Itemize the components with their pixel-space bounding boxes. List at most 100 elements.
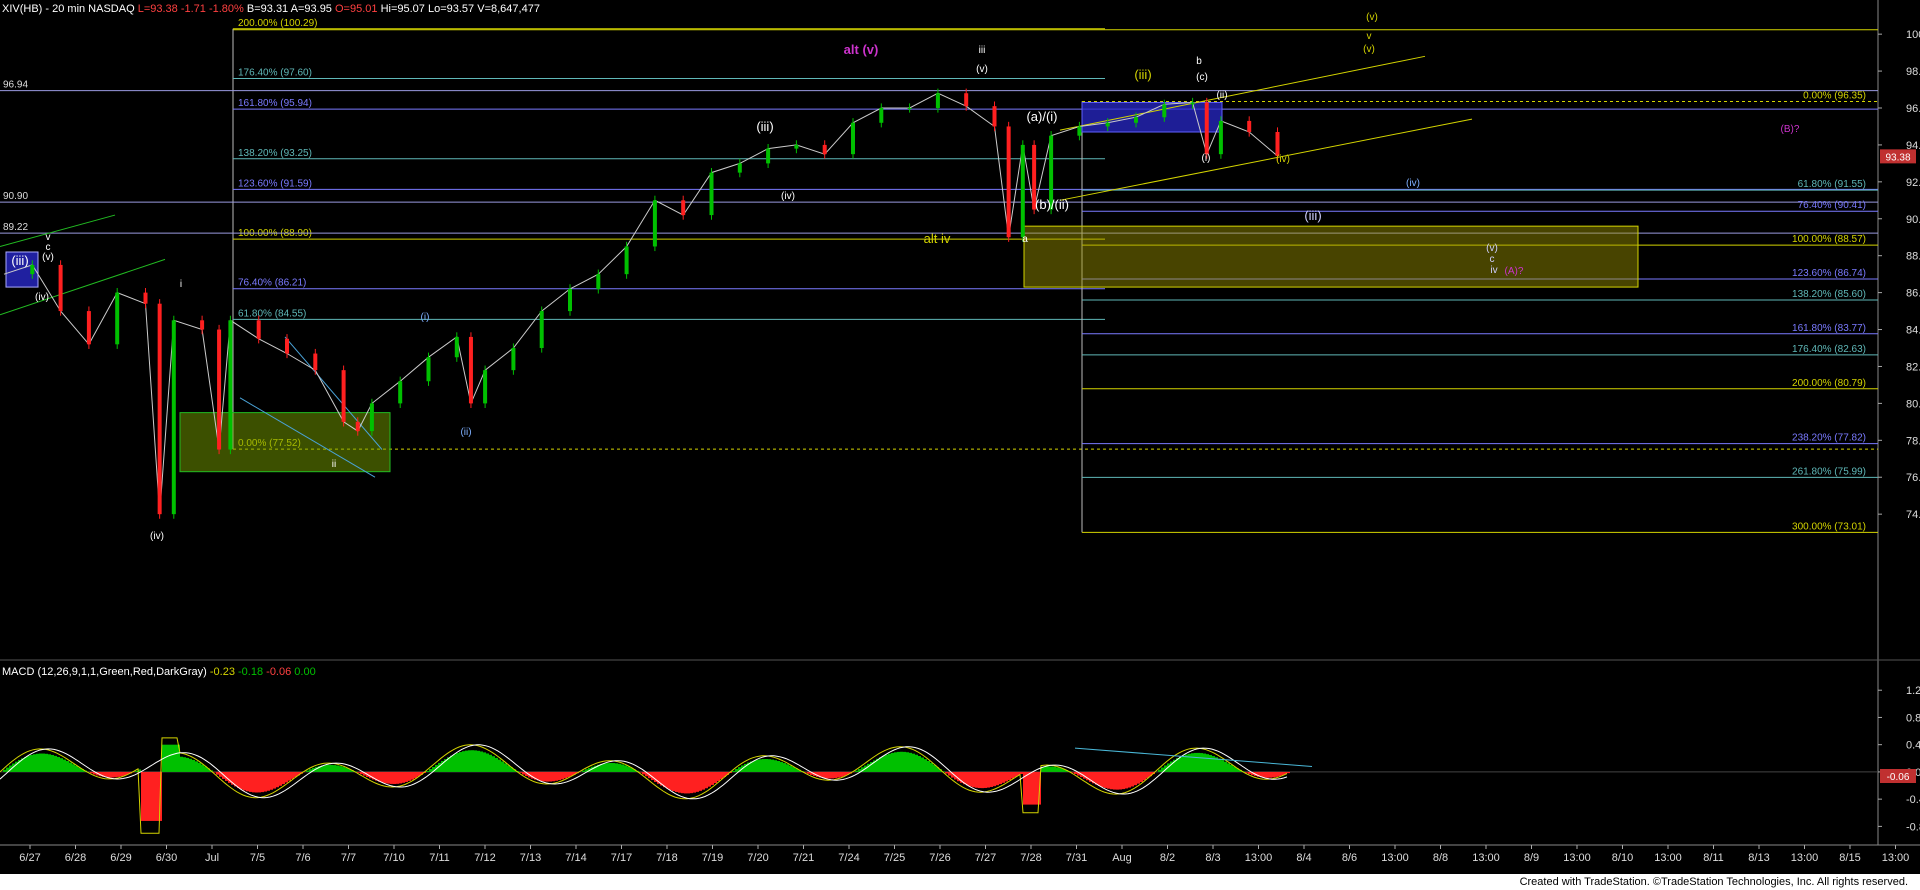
x-tick-label: 13:00 [1654, 852, 1682, 864]
y-tick-label: 84.00 [1906, 325, 1920, 337]
macd-bar [897, 751, 900, 772]
x-tick-label: 7/5 [250, 852, 265, 864]
macd-bar [174, 744, 177, 772]
target-zone-green [179, 412, 391, 473]
fib-left-label: 161.80% (95.94) [238, 98, 312, 109]
symbol-label: XIV(HB) - 20 min NASDAQ [2, 3, 135, 15]
macd-bar [489, 754, 492, 772]
macd-bar [555, 771, 558, 781]
macd-value-4: 0.00 [294, 666, 316, 678]
macd-bar [258, 771, 261, 793]
macd-bar [786, 764, 789, 772]
macd-bar [1122, 771, 1125, 790]
macd-bar [888, 753, 891, 772]
y-tick-label: 98.00 [1906, 66, 1920, 78]
macd-bar [1269, 771, 1272, 778]
macd-bar [543, 771, 546, 782]
x-tick-label: 7/6 [295, 852, 310, 864]
macd-bar [999, 771, 1002, 785]
x-tick-label: 7/27 [975, 852, 996, 864]
macd-bar [675, 771, 678, 793]
candle-body [1134, 117, 1138, 123]
fib-right-label: 161.80% (83.77) [1792, 323, 1866, 334]
candle-body [709, 172, 714, 216]
macd-bar [108, 771, 111, 778]
candle-body [1077, 126, 1082, 136]
wave-label: (v) [1363, 44, 1375, 55]
x-tick-label: Aug [1112, 852, 1132, 864]
macd-bar [330, 764, 333, 772]
macd-bar [147, 771, 150, 821]
fib-right-label: 61.80% (91.55) [1798, 179, 1866, 190]
x-tick-label: 13:00 [1381, 852, 1409, 864]
macd-bar [624, 765, 627, 772]
wave-label: (b)/(ii) [1035, 197, 1069, 212]
y-tick-label: 80.00 [1906, 398, 1920, 410]
fib-left-label: 200.00% (100.29) [238, 18, 318, 29]
macd-bar [1218, 758, 1221, 772]
macd-bar [732, 770, 735, 772]
macd-bar [183, 757, 186, 772]
fib-left-label: 123.60% (91.59) [238, 178, 312, 189]
candle-body [596, 274, 601, 289]
macd-bar [789, 765, 792, 772]
ask-label: A=93.95 [290, 3, 332, 15]
macd-bar [150, 771, 153, 821]
macd-bar [66, 761, 69, 772]
macd-bar [663, 771, 666, 788]
fib-right-label: 238.20% (77.82) [1792, 433, 1866, 444]
macd-bar [1002, 771, 1005, 783]
x-tick-label: 8/6 [1342, 852, 1357, 864]
candle-body [86, 311, 91, 345]
candle-body [171, 320, 176, 515]
x-tick-label: 7/14 [565, 852, 586, 864]
macd-bar [495, 757, 498, 772]
candle-body [341, 370, 346, 422]
macd-bar [270, 771, 273, 790]
macd-bar [1032, 771, 1035, 805]
macd-bar [360, 771, 363, 775]
macd-tick-label: -0.80 [1906, 821, 1920, 833]
x-tick-label: 7/21 [793, 852, 814, 864]
macd-bar [666, 771, 669, 789]
candle-body [964, 93, 969, 107]
y-tick-label: 74.00 [1906, 509, 1920, 521]
macd-bar [477, 750, 480, 772]
fib-right-label: 300.00% (73.01) [1792, 521, 1866, 532]
macd-bar [390, 771, 393, 784]
macd-bar [153, 771, 156, 821]
candle-body [355, 421, 360, 432]
macd-bar [291, 771, 294, 779]
candle-body [157, 303, 162, 515]
macd-bar [1047, 766, 1050, 772]
macd-bar [48, 754, 51, 772]
macd-bar [522, 771, 525, 775]
candle-body [143, 292, 148, 304]
macd-bar [387, 771, 390, 784]
macd-bar [879, 757, 882, 772]
macd-bar [450, 755, 453, 772]
macd-bar [948, 771, 951, 776]
candle-body [907, 108, 912, 109]
macd-bar [762, 759, 765, 772]
macd-bar [1074, 771, 1077, 774]
macd-bar [1113, 771, 1116, 790]
low-label: L=93.38 [137, 3, 178, 15]
candle-body [624, 246, 629, 275]
macd-bar [1221, 760, 1224, 772]
macd-bar [1056, 767, 1059, 772]
macd-bar [135, 770, 138, 772]
candle-body [398, 381, 403, 404]
candle-body [217, 329, 222, 450]
fib-left-label: 176.40% (97.60) [238, 67, 312, 78]
macd-bar [627, 766, 630, 772]
macd-bar [465, 750, 468, 772]
x-tick-label: 13:00 [1245, 852, 1273, 864]
macd-bar [606, 763, 609, 772]
macd-label: MACD (12,26,9,1,1,Green,Red,DarkGray) [2, 666, 207, 678]
macd-bar [891, 752, 894, 772]
candle-body [454, 336, 459, 358]
macd-bar [1275, 771, 1278, 777]
macd-bar [780, 761, 783, 772]
macd-bar [1209, 755, 1212, 772]
